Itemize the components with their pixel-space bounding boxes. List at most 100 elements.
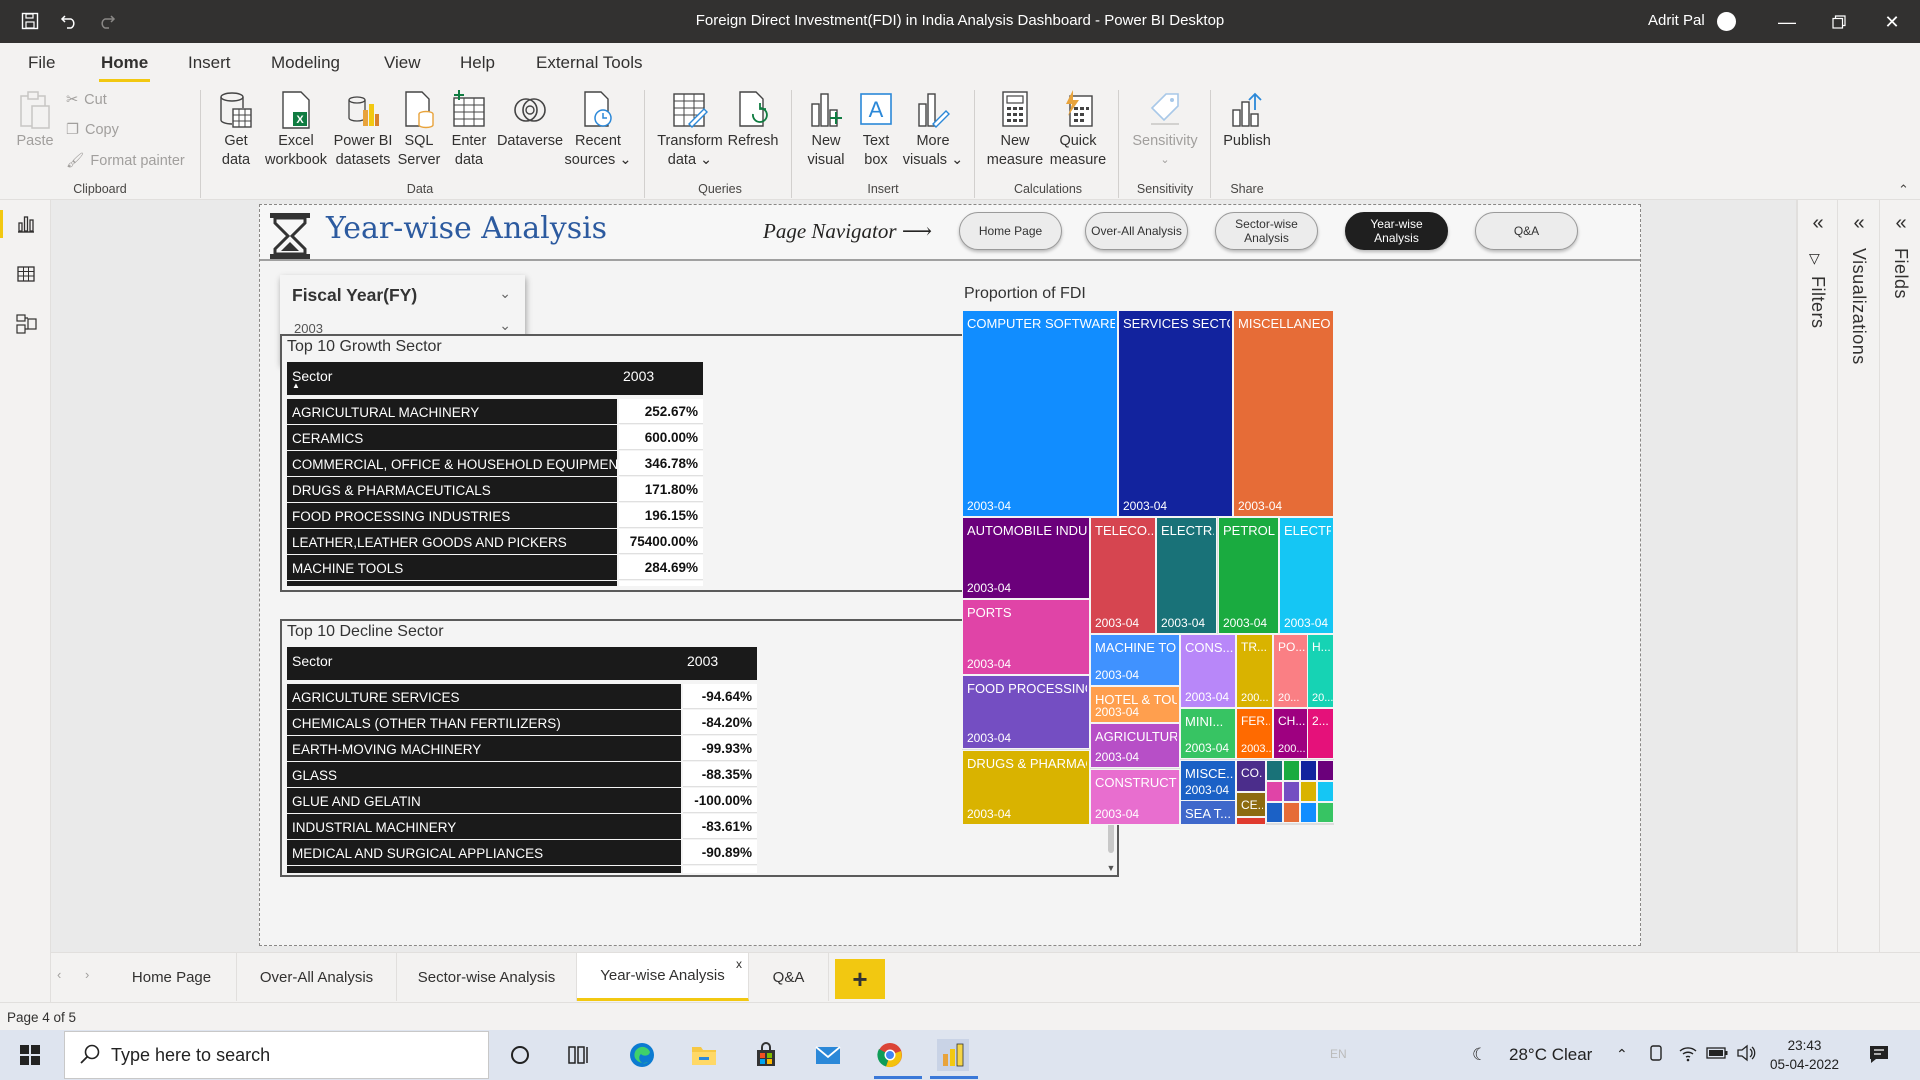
table-body[interactable]: Sector 2003 AGRICULTURE SERVICES -94.64% C… bbox=[287, 647, 757, 873]
treemap-tile-small[interactable] bbox=[1266, 802, 1283, 823]
table-row[interactable]: COMMERCIAL, OFFICE & HOUSEHOLD EQUIPMENT… bbox=[287, 451, 703, 477]
quick-measure-button[interactable]: Quick measure bbox=[1048, 90, 1108, 170]
visualizations-pane[interactable]: « Visualizations bbox=[1837, 200, 1879, 952]
model-view-icon[interactable] bbox=[12, 310, 40, 338]
task-view-icon[interactable] bbox=[563, 1039, 595, 1071]
menu-insert[interactable]: Insert bbox=[188, 53, 231, 73]
table-row[interactable]: AGRICULTURE SERVICES -94.64% bbox=[287, 684, 757, 710]
treemap-tile-small[interactable] bbox=[1283, 802, 1300, 823]
nav-sector-wise-analysis-button[interactable]: Sector-wise Analysis bbox=[1215, 212, 1318, 250]
sensitivity-button[interactable]: Sensitivity ⌄ bbox=[1126, 90, 1204, 170]
expand-filters-icon[interactable]: « bbox=[1806, 212, 1830, 235]
treemap-tile[interactable]: FOOD PROCESSING I... 2003-04 bbox=[962, 675, 1090, 749]
publish-button[interactable]: Publish bbox=[1218, 90, 1276, 151]
file-explorer-icon[interactable] bbox=[688, 1039, 720, 1071]
treemap-tile[interactable]: DRUGS & PHARMAC... 2003-04 bbox=[962, 750, 1090, 825]
avatar[interactable] bbox=[1717, 12, 1736, 31]
treemap-tile[interactable]: TELECO... 2003-04 bbox=[1090, 517, 1156, 634]
treemap-tile[interactable]: MISCE... 2003-04 bbox=[1180, 760, 1236, 801]
transform-data-button[interactable]: Transform data ⌄ bbox=[654, 90, 726, 170]
treemap-tile[interactable]: MISCELLANEOU... 2003-04 bbox=[1233, 310, 1334, 517]
power-bi-icon[interactable] bbox=[937, 1039, 969, 1071]
input-language[interactable]: EN bbox=[1330, 1047, 1347, 1061]
menu-external-tools[interactable]: External Tools bbox=[536, 53, 642, 73]
treemap-tile-small[interactable] bbox=[1317, 760, 1334, 781]
table-row[interactable]: PRINTING OF BOOKS (INCLUDING LITHO PRINT… bbox=[287, 866, 757, 873]
treemap-tile[interactable]: TR... 200... bbox=[1236, 634, 1273, 708]
excel-workbook-button[interactable]: X Excel workbook bbox=[264, 90, 328, 170]
menu-file[interactable]: File bbox=[28, 53, 55, 73]
battery-icon[interactable] bbox=[1706, 1046, 1728, 1064]
store-icon[interactable] bbox=[750, 1039, 782, 1071]
text-box-button[interactable]: A Text box bbox=[852, 90, 900, 170]
collapse-ribbon-icon[interactable]: ⌃ bbox=[1898, 182, 1909, 198]
cut-button[interactable]: ✂ Cut bbox=[66, 92, 107, 108]
table-body[interactable]: Sector ▲ 2003 AGRICULTURAL MACHINERY 252.… bbox=[287, 362, 703, 586]
treemap-tile[interactable]: SERVICES SECTOR (... 2003-04 bbox=[1118, 310, 1233, 517]
treemap-tile[interactable]: AUTOMOBILE INDUS... 2003-04 bbox=[962, 517, 1090, 599]
treemap-tile[interactable]: PORTS 2003-04 bbox=[962, 599, 1090, 675]
system-clock[interactable]: 23:43 05-04-2022 bbox=[1770, 1036, 1839, 1074]
table-row[interactable]: CERAMICS 600.00% bbox=[287, 425, 703, 451]
chrome-icon[interactable] bbox=[874, 1039, 906, 1071]
chevron-up-icon[interactable]: ⌃ bbox=[1616, 1046, 1628, 1063]
table-row[interactable]: INDUSTRIAL MACHINERY -83.61% bbox=[287, 814, 757, 840]
recent-sources-button[interactable]: Recent sources ⌄ bbox=[564, 90, 632, 170]
taskbar-search-box[interactable]: Type here to search bbox=[64, 1031, 489, 1079]
new-visual-button[interactable]: New visual bbox=[800, 90, 852, 170]
fields-pane[interactable]: « Fields bbox=[1879, 200, 1920, 952]
column-header-year[interactable]: 2003 bbox=[623, 368, 654, 384]
menu-help[interactable]: Help bbox=[460, 53, 495, 73]
add-page-button[interactable]: + bbox=[835, 959, 885, 999]
table-row[interactable]: LEATHER,LEATHER GOODS AND PICKERS 75400.0… bbox=[287, 529, 703, 555]
nav-qa-button[interactable]: Q&A bbox=[1475, 212, 1578, 250]
menu-home[interactable]: Home bbox=[101, 53, 148, 73]
more-visuals-button[interactable]: More visuals ⌄ bbox=[900, 90, 966, 170]
treemap-tile-small[interactable] bbox=[1283, 760, 1300, 781]
tab-year-wise-analysis[interactable]: Year-wise Analysis x bbox=[577, 953, 749, 1001]
treemap-tile[interactable]: COMPUTER SOFTWARE & ... 2003-04 bbox=[962, 310, 1118, 517]
table-row[interactable]: CHEMICALS (OTHER THAN FERTILIZERS) -84.20… bbox=[287, 710, 757, 736]
treemap-tile[interactable]: CONS... 2003-04 bbox=[1180, 634, 1236, 708]
tab-over-all-analysis[interactable]: Over-All Analysis bbox=[237, 953, 397, 1001]
table-row[interactable]: MACHINE TOOLS 284.69% bbox=[287, 555, 703, 581]
copy-button[interactable]: ❐ Copy bbox=[66, 122, 119, 138]
expand-visualizations-icon[interactable]: « bbox=[1847, 212, 1871, 235]
table-row[interactable]: FOOD PROCESSING INDUSTRIES 196.15% bbox=[287, 503, 703, 529]
treemap-tile[interactable]: FER... 2003... bbox=[1236, 708, 1273, 759]
windows-start-icon[interactable] bbox=[14, 1039, 46, 1071]
new-measure-button[interactable]: New measure bbox=[982, 90, 1048, 170]
get-data-button[interactable]: Get data bbox=[210, 90, 262, 170]
cortana-icon[interactable] bbox=[504, 1039, 536, 1071]
table-row[interactable]: PORTS5632.02% bbox=[287, 581, 703, 586]
treemap-tile-small[interactable] bbox=[1300, 802, 1317, 823]
treemap-tile[interactable]: TE... bbox=[1236, 817, 1266, 825]
refresh-button[interactable]: Refresh bbox=[726, 90, 780, 151]
restore-icon[interactable] bbox=[1825, 8, 1853, 36]
nav-over-all-analysis-button[interactable]: Over-All Analysis bbox=[1085, 212, 1188, 250]
treemap-tile-small[interactable] bbox=[1266, 760, 1283, 781]
table-row[interactable]: DRUGS & PHARMACEUTICALS 171.80% bbox=[287, 477, 703, 503]
treemap-tile[interactable]: CH... 200... bbox=[1273, 708, 1308, 759]
column-header-year[interactable]: 2003 bbox=[687, 653, 718, 669]
volume-icon[interactable] bbox=[1736, 1044, 1756, 1067]
treemap-tile[interactable]: 2... bbox=[1307, 708, 1334, 759]
edge-browser-icon[interactable] bbox=[626, 1039, 658, 1071]
treemap-tile[interactable]: H... 20... bbox=[1307, 634, 1334, 708]
sql-server-button[interactable]: SQL Server bbox=[396, 90, 442, 170]
tab-home-page[interactable]: Home Page bbox=[107, 953, 237, 1001]
treemap-tile-small[interactable] bbox=[1317, 802, 1334, 823]
tab-qa[interactable]: Q&A bbox=[749, 953, 829, 1001]
table-row[interactable]: MEDICAL AND SURGICAL APPLIANCES -90.89% bbox=[287, 840, 757, 866]
treemap-tile[interactable]: SEA T... bbox=[1180, 800, 1236, 825]
treemap-tile-small[interactable] bbox=[1283, 781, 1300, 802]
format-painter-button[interactable]: 🖌 Format painter bbox=[66, 152, 185, 170]
minimize-icon[interactable]: — bbox=[1773, 8, 1801, 36]
treemap-tile[interactable]: HOTEL & TOU...2003-04 bbox=[1090, 686, 1180, 723]
column-header-sector[interactable]: Sector bbox=[292, 653, 332, 669]
tab-sector-wise-analysis[interactable]: Sector-wise Analysis bbox=[397, 953, 577, 1001]
notifications-icon[interactable] bbox=[1868, 1043, 1890, 1070]
table-row[interactable]: GLUE AND GELATIN -100.00% bbox=[287, 788, 757, 814]
treemap-tile[interactable]: CONSTRUCTI... 2003-04 bbox=[1090, 769, 1180, 825]
filters-pane[interactable]: « ▽ Filters bbox=[1797, 200, 1837, 952]
